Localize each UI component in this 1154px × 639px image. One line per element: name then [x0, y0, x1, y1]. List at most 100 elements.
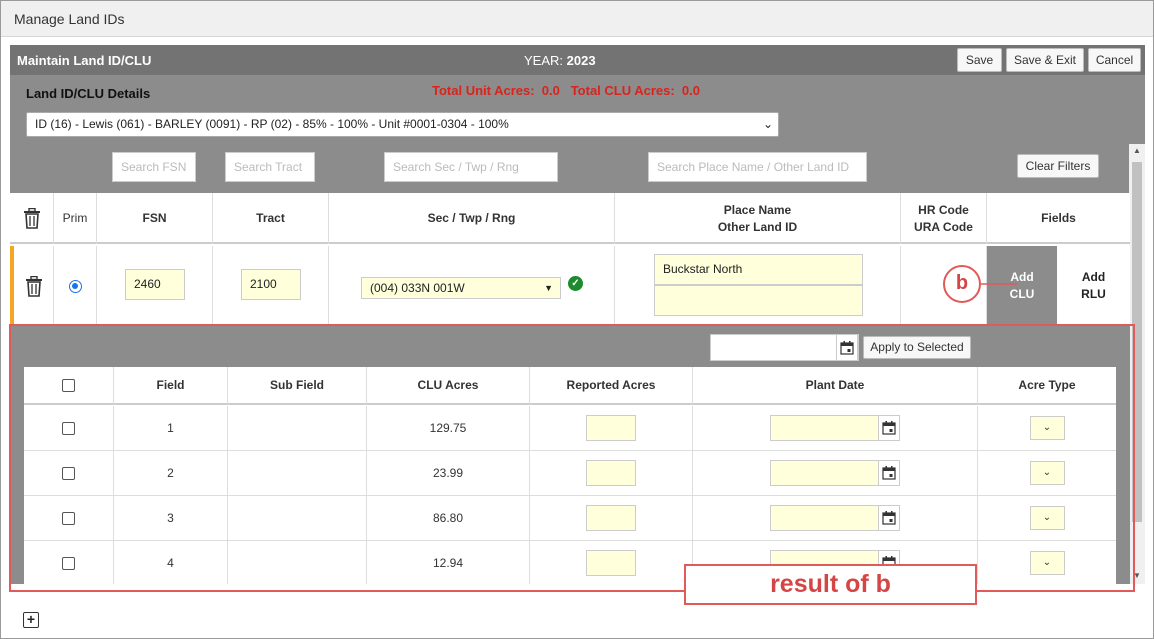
- row-checkbox[interactable]: [62, 466, 75, 480]
- window-title: Manage Land IDs: [14, 11, 125, 27]
- clu-acres-value: 23.99: [432, 466, 464, 480]
- prim-radio[interactable]: [54, 246, 97, 326]
- land-id-selected-value: ID (16) - Lewis (061) - BARLEY (0091) - …: [35, 117, 509, 131]
- tract-input[interactable]: 2100: [241, 269, 301, 300]
- reported-acres-cell: [530, 496, 693, 541]
- trash-icon[interactable]: [10, 193, 54, 244]
- reported-acres-cell: [530, 541, 693, 584]
- acre-type-select[interactable]: ⌄: [1029, 506, 1065, 530]
- plant-date-input[interactable]: [770, 505, 900, 531]
- vertical-scrollbar[interactable]: ▲ ▼: [1129, 144, 1145, 584]
- field-cell: 2: [114, 451, 228, 496]
- acre-type-cell: ⌄: [978, 451, 1116, 496]
- row-select-cell: [24, 406, 114, 451]
- acre-type-cell: ⌄: [978, 496, 1116, 541]
- reported-acres-input[interactable]: [586, 415, 636, 441]
- plant-date-cell: [693, 406, 978, 451]
- column-place: Place Name Other Land ID: [615, 193, 901, 244]
- clu-acres-value: 86.80: [432, 511, 464, 525]
- header-subfield: Sub Field: [228, 367, 367, 405]
- year-display: YEAR: 2023: [524, 53, 596, 68]
- clear-filters-button[interactable]: Clear Filters: [1017, 154, 1099, 178]
- plus-square-icon[interactable]: +: [23, 612, 39, 628]
- reported-acres-input[interactable]: [586, 505, 636, 531]
- details-label: Land ID/CLU Details: [26, 86, 151, 101]
- search-tract-input[interactable]: Search Tract: [225, 152, 315, 182]
- chevron-down-icon: ⌄: [1042, 557, 1052, 568]
- annotation-result-label: result of b: [684, 564, 977, 605]
- header-clu-acres: CLU Acres: [367, 367, 530, 405]
- search-place-input[interactable]: Search Place Name / Other Land ID: [648, 152, 867, 182]
- chevron-down-icon: ⌄: [1042, 467, 1052, 478]
- field-value: 2: [167, 466, 174, 480]
- acre-type-select[interactable]: ⌄: [1029, 551, 1065, 575]
- totals-text: Total Unit Acres: 0.0 Total CLU Acres: 0…: [432, 83, 701, 98]
- sec-cell: (004) 033N 001W ▼ ✓: [329, 246, 615, 326]
- acre-type-select[interactable]: ⌄: [1029, 416, 1065, 440]
- field-cell: 3: [114, 496, 228, 541]
- save-button[interactable]: Save: [957, 48, 1002, 72]
- place-cell: Buckstar North: [615, 246, 901, 326]
- search-sec-input[interactable]: Search Sec / Twp / Rng: [384, 152, 558, 182]
- panel-title: Maintain Land ID/CLU: [17, 53, 152, 68]
- check-circle-icon: ✓: [568, 276, 583, 291]
- field-value: 3: [167, 511, 174, 525]
- plant-date-input[interactable]: [770, 460, 900, 486]
- clu-acres-cell: 86.80: [367, 496, 530, 541]
- subfield-cell: [228, 406, 367, 451]
- row-checkbox[interactable]: [62, 511, 75, 525]
- land-id-select[interactable]: ID (16) - Lewis (061) - BARLEY (0091) - …: [26, 112, 779, 137]
- chevron-down-icon: ⌄: [762, 117, 773, 131]
- place-name-input[interactable]: Buckstar North: [654, 254, 863, 285]
- plant-date-input[interactable]: [770, 415, 900, 441]
- calendar-icon[interactable]: [836, 334, 858, 361]
- sec-select-value: (004) 033N 001W: [370, 281, 465, 295]
- plant-date-cell: [693, 451, 978, 496]
- select-all-cell: [24, 367, 114, 405]
- window-titlebar: Manage Land IDs: [1, 1, 1153, 37]
- chevron-down-icon: ⌄: [1042, 422, 1052, 433]
- fsn-input[interactable]: 2460: [125, 269, 185, 300]
- column-prim: Prim: [54, 193, 97, 244]
- row-checkbox[interactable]: [62, 421, 75, 435]
- header-field: Field: [114, 367, 228, 405]
- other-land-id-input[interactable]: [654, 285, 863, 316]
- cancel-button[interactable]: Cancel: [1088, 48, 1141, 72]
- scroll-down-icon[interactable]: ▼: [1133, 571, 1141, 580]
- select-all-checkbox[interactable]: [62, 378, 75, 392]
- apply-date-input[interactable]: [710, 334, 859, 361]
- field-value: 1: [167, 421, 174, 435]
- column-fields: Fields: [1041, 211, 1076, 225]
- subfield-cell: [228, 451, 367, 496]
- field-cell: 4: [114, 541, 228, 584]
- clu-acres-value: 129.75: [429, 421, 467, 435]
- calendar-icon[interactable]: [878, 505, 900, 531]
- search-fsn-input[interactable]: Search FSN: [112, 152, 196, 182]
- apply-to-selected-button[interactable]: Apply to Selected: [863, 336, 971, 359]
- scroll-up-icon[interactable]: ▲: [1133, 146, 1141, 155]
- manage-land-ids-window: Manage Land IDs Maintain Land ID/CLU YEA…: [0, 0, 1154, 639]
- calendar-icon[interactable]: [878, 460, 900, 486]
- annotation-b-marker: b: [943, 265, 981, 303]
- add-rlu-button[interactable]: Add RLU: [1057, 246, 1130, 326]
- subfield-cell: [228, 496, 367, 541]
- calendar-icon[interactable]: [878, 415, 900, 441]
- acre-type-select[interactable]: ⌄: [1029, 461, 1065, 485]
- column-hr: HR Code URA Code: [901, 193, 987, 244]
- clu-acres-cell: 23.99: [367, 451, 530, 496]
- reported-acres-input[interactable]: [586, 460, 636, 486]
- caret-down-icon: ▼: [544, 283, 553, 293]
- row-select-cell: [24, 496, 114, 541]
- row-trash-icon[interactable]: [14, 246, 54, 326]
- reported-acres-cell: [530, 406, 693, 451]
- header-acre-type: Acre Type: [978, 367, 1116, 405]
- header-reported-acres: Reported Acres: [530, 367, 693, 405]
- reported-acres-input[interactable]: [586, 550, 636, 576]
- row-checkbox[interactable]: [62, 556, 75, 570]
- subfield-cell: [228, 541, 367, 584]
- row-select-cell: [24, 541, 114, 584]
- column-tract: Tract: [213, 193, 329, 244]
- sec-select[interactable]: (004) 033N 001W ▼: [361, 277, 561, 299]
- scrollbar-thumb[interactable]: [1132, 162, 1142, 522]
- save-exit-button[interactable]: Save & Exit: [1006, 48, 1084, 72]
